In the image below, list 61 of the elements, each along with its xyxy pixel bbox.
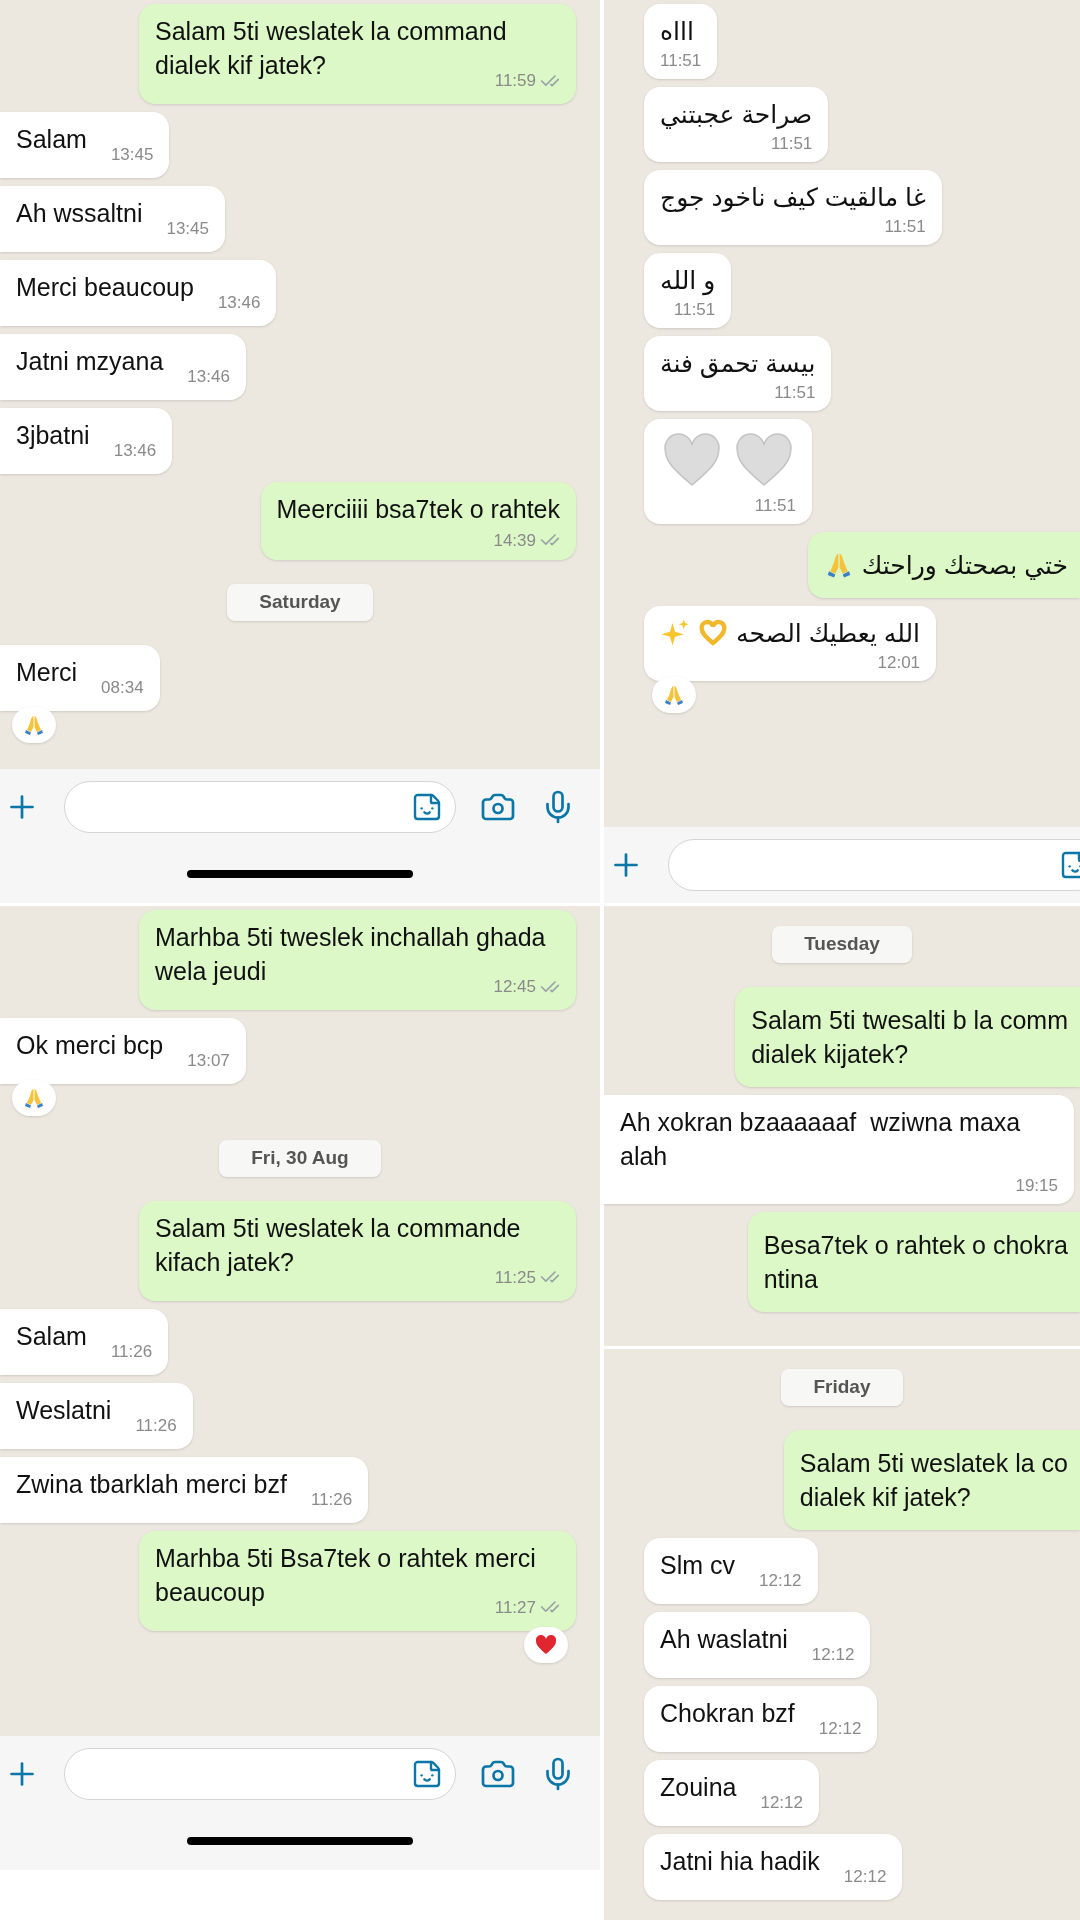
message-time: 12:01	[877, 654, 921, 671]
message-time: 11:51	[884, 218, 926, 235]
message-text: صراحة عجبتني	[660, 99, 813, 131]
message-time: 11:51	[754, 497, 796, 514]
message-time: 12:12	[818, 1719, 862, 1737]
message-text: Merci beaucoup	[16, 273, 194, 301]
message-time: 13:45	[166, 220, 209, 237]
message-text: Ok merci bcp	[16, 1031, 164, 1059]
message-time: 13:46	[113, 442, 157, 459]
message-text: Salam	[16, 1321, 87, 1350]
message-time: 13:46	[217, 294, 261, 311]
message-text: Ah xokran bzaaaaaaf wziwna maxa alah	[620, 1106, 1022, 1172]
message-text: Salam 5ti twesalti b la comm dialek kijatek?	[751, 1004, 1068, 1070]
message-input-field[interactable]	[64, 781, 456, 833]
message-time: 13:46	[187, 368, 230, 385]
sticker-icon[interactable]	[411, 1758, 443, 1790]
message-text: و الله	[660, 265, 716, 297]
message-text: Besa7tek o rahtek o chokra ntina	[763, 1229, 1068, 1295]
message-time: 11:51	[674, 301, 716, 318]
message-text: ختي بصحتك وراحتك	[861, 550, 1068, 582]
message-time: 13:07	[187, 1052, 230, 1069]
message-time: 11:26	[135, 1416, 177, 1434]
message-text: Salam	[16, 125, 87, 153]
message-text: Salam 5ti weslatek la co dialek kif jatek?	[799, 1447, 1068, 1513]
message-text: Zouina	[660, 1772, 737, 1801]
message-text: Meerciiii bsa7tek o rahtek	[276, 494, 560, 525]
message-time: 11:51	[771, 135, 813, 152]
message-text: Zwina tbarklah merci bzf	[16, 1469, 287, 1498]
message-time: 08:34	[101, 678, 144, 696]
message-text: 3jbatni	[16, 421, 90, 449]
message-time: 11:51	[774, 384, 816, 401]
message-text: Merci	[16, 657, 78, 686]
date-separator: Fri, 30 Aug	[219, 1140, 381, 1177]
message-text: اااه	[660, 16, 694, 47]
message-time: 11:51	[660, 52, 702, 69]
message-text: Slm cv	[660, 1550, 735, 1579]
message-time: 12:12	[811, 1645, 855, 1663]
date-separator: Tuesday	[772, 926, 912, 963]
message-text: Chokran bzf	[660, 1698, 795, 1727]
message-text: Jatni hia hadik	[660, 1846, 820, 1875]
sticker-icon[interactable]	[411, 791, 443, 823]
message-input-field[interactable]	[64, 1748, 456, 1800]
message-time: 13:45	[110, 146, 154, 163]
message-time: 19:15	[1015, 1176, 1058, 1194]
message-input-field[interactable]	[668, 839, 1080, 891]
message-time: 12:12	[759, 1571, 802, 1589]
message-text: Jatni mzyana	[16, 347, 164, 375]
message-text: Ah waslatni	[660, 1624, 788, 1653]
message-time: 12:12	[760, 1793, 803, 1811]
message-text: Ah wssaltni	[16, 199, 143, 227]
message-time: 11:26	[310, 1490, 353, 1508]
message-text: Weslatni	[16, 1395, 112, 1424]
message-text: الله يعطيك الصحه	[736, 618, 921, 649]
date-separator: Friday	[781, 1369, 903, 1406]
reaction-badge[interactable]	[524, 1626, 568, 1663]
message-time: 12:12	[843, 1867, 887, 1885]
message-time: 11:26	[110, 1342, 153, 1360]
message-text: غا مالقيت كيف ناخود جوج	[660, 182, 926, 214]
date-separator: Saturday	[227, 584, 373, 621]
message-time: 14:39	[493, 531, 536, 549]
message-text: بيسة تحمق فنة	[660, 348, 816, 380]
